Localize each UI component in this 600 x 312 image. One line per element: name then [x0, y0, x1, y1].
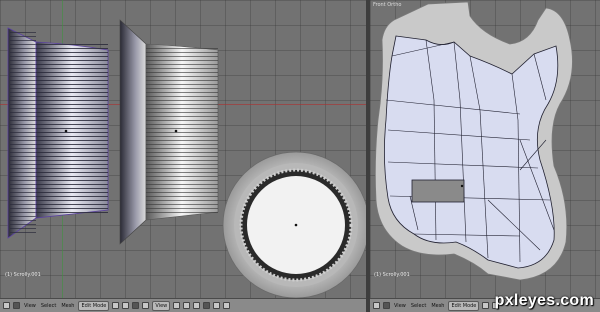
snap-icon[interactable]	[203, 302, 211, 309]
mesh-menu[interactable]: Mesh	[60, 303, 75, 309]
mesh-menu-right[interactable]: Mesh	[430, 303, 445, 309]
scroll-wheel-object-1[interactable]	[7, 27, 109, 239]
right-scene	[374, 1, 573, 281]
proportional-edit-icon[interactable]	[213, 302, 221, 309]
editor-type-icon-right[interactable]	[373, 302, 380, 309]
left-viewport-header: View Select Mesh Edit Mode View	[0, 298, 366, 312]
vertex-select-icon[interactable]	[173, 302, 181, 309]
right-3d-viewport[interactable]: Front Ortho (1) Scrolly.001	[370, 0, 600, 298]
face-select-icon[interactable]	[193, 302, 201, 309]
select-menu-right[interactable]: Select	[410, 303, 427, 309]
scroll-wheel-object-2[interactable]	[119, 19, 219, 245]
left-3d-viewport[interactable]: (1) Scrolly.001	[0, 0, 366, 298]
object-label-right: (1) Scrolly.001	[374, 272, 410, 278]
view-select[interactable]: View	[152, 300, 171, 311]
pickup-cutout[interactable]	[411, 179, 465, 203]
manipulator-icon[interactable]	[132, 302, 140, 309]
layer-icon[interactable]	[142, 302, 150, 309]
left-scene	[7, 19, 366, 298]
mode-select[interactable]: Edit Mode	[78, 300, 110, 311]
mode-select-right[interactable]: Edit Mode	[448, 300, 480, 311]
edge-select-icon[interactable]	[183, 302, 191, 309]
watermark-logo: pxleyes.com	[494, 292, 594, 309]
collapse-menu-icon[interactable]	[13, 302, 20, 309]
pivot-icon[interactable]	[122, 302, 130, 309]
draw-type-icon-right[interactable]	[482, 302, 490, 309]
object-label: (1) Scrolly.001	[5, 272, 41, 278]
view-menu-right[interactable]: View	[393, 303, 407, 309]
collapse-menu-icon-right[interactable]	[383, 302, 390, 309]
render-icon[interactable]	[223, 302, 231, 309]
view-menu[interactable]: View	[23, 303, 37, 309]
gear-disc-object[interactable]	[222, 151, 366, 298]
editor-type-icon[interactable]	[3, 302, 10, 309]
draw-type-icon[interactable]	[112, 302, 120, 309]
select-menu[interactable]: Select	[40, 303, 57, 309]
